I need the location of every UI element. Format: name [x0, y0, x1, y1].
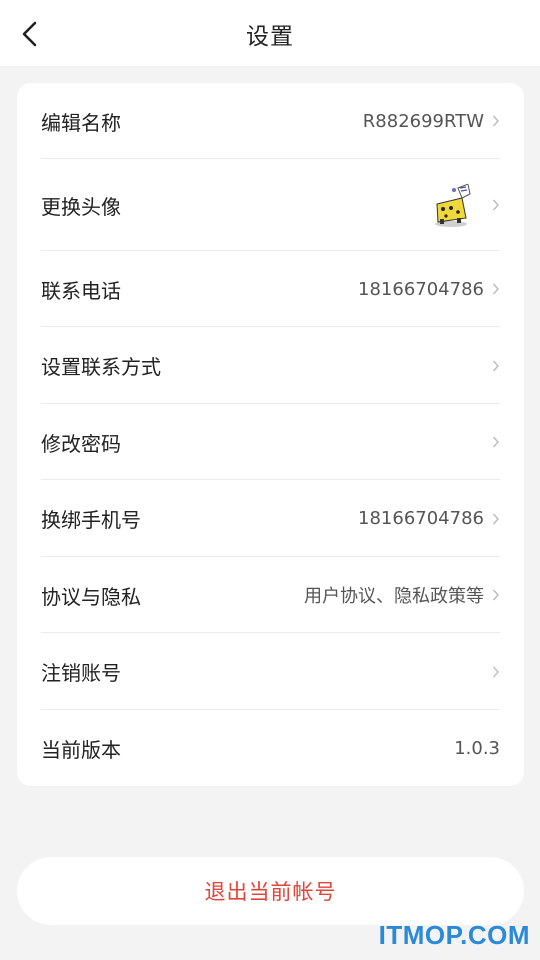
- chevron-right-icon: [486, 588, 500, 602]
- chevron-right-icon: [486, 512, 500, 526]
- setting-value: R882699RTW: [362, 110, 484, 132]
- settings-card: 编辑名称 R882699RTW 更换头像 联系电话 18166704786 设置…: [17, 83, 524, 786]
- setting-label: 联系电话: [41, 278, 121, 303]
- setting-contact-method[interactable]: 设置联系方式: [41, 327, 500, 404]
- setting-value: 18166704786: [358, 508, 484, 529]
- setting-value: 18166704786: [358, 278, 484, 300]
- setting-agreement-privacy[interactable]: 协议与隐私 用户协议、隐私政策等: [41, 557, 500, 633]
- setting-rebind-phone[interactable]: 换绑手机号 18166704786: [41, 480, 500, 557]
- watermark: ITMOP.COM: [378, 920, 530, 950]
- setting-edit-name[interactable]: 编辑名称 R882699RTW: [41, 83, 500, 159]
- setting-label: 注销账号: [41, 661, 121, 685]
- setting-label: 当前版本: [41, 737, 121, 762]
- setting-label: 更换头像: [41, 194, 121, 219]
- setting-value: 用户协议、隐私政策等: [304, 586, 484, 607]
- setting-label: 修改密码: [41, 431, 121, 456]
- setting-change-avatar[interactable]: 更换头像: [41, 159, 500, 251]
- setting-label: 换绑手机号: [41, 508, 141, 532]
- top-bar: 设置: [0, 0, 540, 66]
- setting-label: 协议与隐私: [41, 584, 141, 609]
- avatar: [424, 178, 478, 232]
- logout-button[interactable]: 退出当前帐号: [17, 857, 524, 925]
- page-title: 设置: [246, 24, 294, 50]
- chevron-right-icon: [486, 114, 500, 128]
- chevron-right-icon: [486, 198, 500, 212]
- chevron-right-icon: [486, 282, 500, 296]
- version-value: 1.0.3: [454, 737, 500, 759]
- chevron-right-icon: [486, 435, 500, 449]
- setting-label: 编辑名称: [41, 110, 121, 135]
- setting-contact-phone[interactable]: 联系电话 18166704786: [41, 251, 500, 327]
- setting-cancel-account[interactable]: 注销账号: [41, 633, 500, 710]
- setting-current-version: 当前版本 1.0.3: [41, 710, 500, 786]
- setting-label: 设置联系方式: [41, 355, 161, 379]
- setting-change-password[interactable]: 修改密码: [41, 404, 500, 480]
- chevron-right-icon: [486, 359, 500, 373]
- chevron-right-icon: [486, 665, 500, 679]
